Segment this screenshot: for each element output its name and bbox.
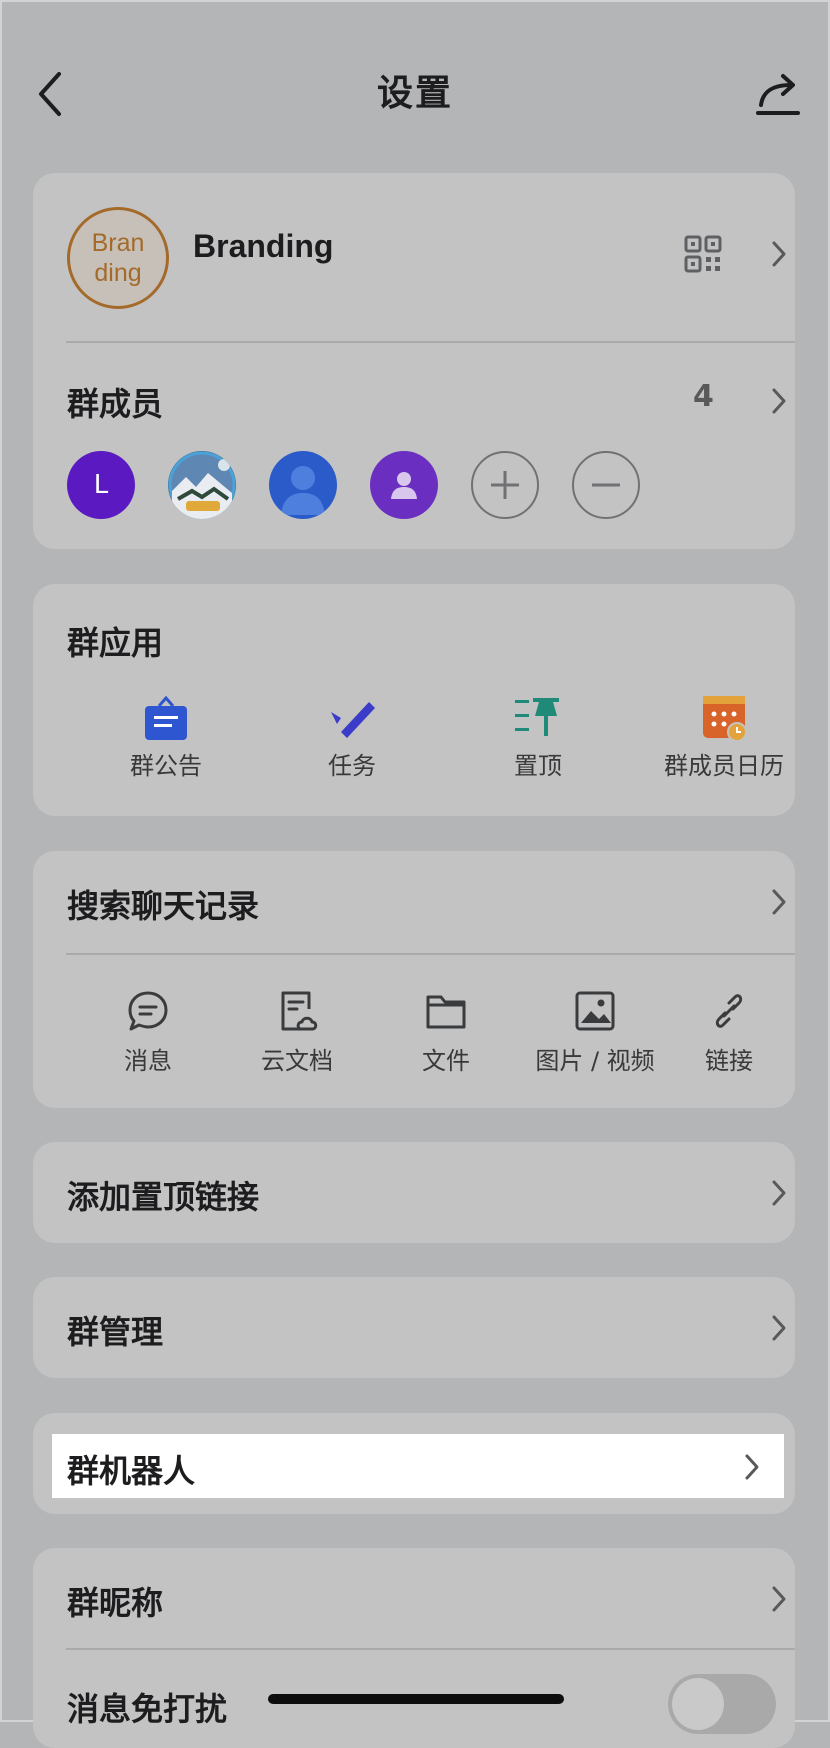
image-icon bbox=[575, 991, 615, 1031]
group-management-label: 群管理 bbox=[67, 1313, 164, 1351]
app-calendar[interactable]: 群成员日历 bbox=[634, 694, 795, 794]
search-history-label: 搜索聊天记录 bbox=[67, 887, 260, 925]
header: 设置 bbox=[0, 40, 830, 150]
group-name: Branding bbox=[193, 228, 334, 264]
tool-label: 消息 bbox=[124, 1047, 172, 1075]
app-label: 群成员日历 bbox=[664, 752, 784, 780]
tool-label: 图片 / 视频 bbox=[535, 1047, 655, 1075]
minus-icon bbox=[592, 483, 620, 487]
app-label: 群公告 bbox=[130, 752, 202, 780]
calendar-icon bbox=[703, 696, 747, 742]
group-nickname-label: 群昵称 bbox=[67, 1584, 164, 1622]
add-pin-link-label: 添加置顶链接 bbox=[67, 1178, 260, 1216]
search-links[interactable]: 链接 bbox=[669, 989, 789, 1089]
person-icon bbox=[281, 466, 325, 515]
group-apps-label: 群应用 bbox=[67, 624, 164, 662]
add-pin-link-row[interactable]: 添加置顶链接 bbox=[33, 1142, 795, 1243]
app-label: 置顶 bbox=[514, 752, 562, 780]
photo-avatar-image bbox=[168, 451, 236, 519]
divider bbox=[66, 1648, 795, 1650]
group-info-card: Bran ding Branding 群成员 4 L bbox=[33, 173, 795, 549]
link-icon bbox=[715, 994, 743, 1028]
person-icon bbox=[391, 472, 417, 499]
avatar[interactable] bbox=[168, 451, 236, 519]
app-pin[interactable]: 置顶 bbox=[448, 694, 628, 794]
pin-icon bbox=[515, 698, 559, 736]
avatar[interactable]: L bbox=[67, 451, 135, 519]
search-history-card: 搜索聊天记录 消息 云文档 文件 图片 / 视频 链接 bbox=[33, 851, 795, 1108]
chevron-right-icon bbox=[742, 1452, 762, 1482]
app-announcement[interactable]: 群公告 bbox=[76, 694, 256, 794]
avatar[interactable] bbox=[269, 451, 337, 519]
group-avatar: Bran ding bbox=[67, 207, 169, 309]
tool-label: 文件 bbox=[422, 1047, 470, 1075]
task-check-icon bbox=[331, 702, 375, 738]
logo-text-line1: Bran bbox=[91, 229, 145, 257]
chevron-right-icon bbox=[769, 1313, 789, 1343]
chevron-right-icon[interactable] bbox=[769, 386, 789, 416]
cloud-doc-icon bbox=[281, 991, 318, 1031]
group-bots-row[interactable]: 群机器人 bbox=[52, 1434, 784, 1498]
do-not-disturb-toggle[interactable] bbox=[668, 1674, 776, 1734]
app-label: 任务 bbox=[328, 752, 376, 780]
search-cloud-docs[interactable]: 云文档 bbox=[222, 989, 372, 1089]
folder-icon bbox=[426, 995, 466, 1029]
page-title: 设置 bbox=[376, 73, 453, 114]
divider bbox=[66, 341, 795, 343]
search-files[interactable]: 文件 bbox=[371, 989, 521, 1089]
group-bots-label: 群机器人 bbox=[67, 1452, 196, 1490]
share-button[interactable] bbox=[752, 68, 804, 120]
do-not-disturb-label: 消息免打扰 bbox=[67, 1690, 228, 1728]
avatar-initial: L bbox=[93, 470, 109, 500]
plus-icon bbox=[491, 471, 519, 499]
chevron-right-icon bbox=[769, 1178, 789, 1208]
qr-code-icon[interactable] bbox=[684, 235, 722, 273]
app-task[interactable]: 任务 bbox=[262, 694, 442, 794]
home-indicator bbox=[268, 1694, 564, 1704]
group-nickname-row[interactable]: 群昵称 bbox=[33, 1548, 795, 1648]
divider bbox=[66, 953, 795, 955]
tool-label: 链接 bbox=[705, 1047, 753, 1075]
members-count[interactable]: 4 bbox=[693, 379, 714, 414]
chevron-right-icon bbox=[769, 1584, 789, 1614]
share-icon bbox=[756, 74, 800, 115]
toggle-knob bbox=[672, 1678, 724, 1730]
group-profile-row[interactable]: Bran ding Branding bbox=[33, 173, 795, 341]
chevron-right-icon bbox=[769, 239, 789, 269]
remove-member-button[interactable] bbox=[572, 451, 640, 519]
add-member-button[interactable] bbox=[471, 451, 539, 519]
members-label: 群成员 bbox=[67, 385, 164, 423]
search-messages[interactable]: 消息 bbox=[73, 989, 223, 1089]
search-media[interactable]: 图片 / 视频 bbox=[520, 989, 670, 1089]
message-icon bbox=[128, 991, 168, 1031]
group-management-row[interactable]: 群管理 bbox=[33, 1277, 795, 1378]
chevron-right-icon bbox=[769, 887, 789, 917]
group-apps-card: 群应用 群公告 任务 置顶 群成员日历 bbox=[33, 584, 795, 816]
search-history-row[interactable]: 搜索聊天记录 bbox=[33, 851, 795, 953]
tool-label: 云文档 bbox=[261, 1047, 333, 1075]
logo-text-line2: ding bbox=[94, 259, 142, 287]
avatar[interactable] bbox=[370, 451, 438, 519]
announcement-icon bbox=[145, 695, 187, 740]
